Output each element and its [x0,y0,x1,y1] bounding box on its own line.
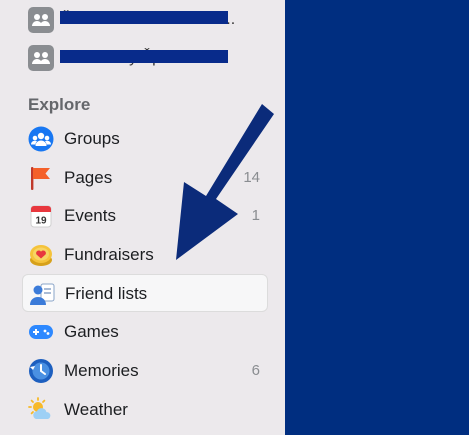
groups-icon [28,126,54,152]
nav-item-count: 14 [243,169,260,186]
sun-cloud-icon [28,397,54,423]
nav-item-pages[interactable]: Pages 14 [22,159,268,197]
nav-item-memories[interactable]: Memories 6 [22,352,268,390]
group-avatar-icon [28,45,54,71]
nav-item-label: Groups [64,129,120,148]
nav-item-games[interactable]: Games [22,313,268,351]
nav-item-fundraisers[interactable]: Fundraisers [22,236,268,274]
calendar-icon: 19 [28,203,54,229]
nav-item-label: Memories [64,361,139,380]
nav-item-groups[interactable]: Groups [22,120,268,158]
calendar-day: 19 [35,216,47,227]
nav-item-label: Fundraisers [64,245,154,264]
nav-item-count: 1 [251,207,260,224]
gamepad-icon [28,319,54,345]
nav-item-friend-lists[interactable]: Friend lists [22,274,268,312]
nav-item-label: Games [64,322,119,341]
nav-item-events[interactable]: 19 Events 1 [22,197,268,235]
clock-icon [28,358,54,384]
sidebar: Česká Slovácko - Kam... Wolkáňský Špinač… [0,0,285,435]
redaction-bar [60,11,228,24]
nav-item-weather[interactable]: Weather [22,391,268,429]
nav-item-label: Weather [64,400,128,419]
nav-item-count: 6 [251,362,260,379]
redaction-bar [60,50,228,63]
friend-list-icon [29,281,55,307]
section-title-explore: Explore [28,95,91,114]
heart-coin-icon [28,242,54,268]
flag-icon [28,165,54,191]
nav-item-label: Events [64,206,116,225]
nav-item-label: Friend lists [65,284,148,303]
nav-item-label: Pages [64,168,113,187]
right-panel [285,0,469,435]
group-avatar-icon [28,7,54,33]
